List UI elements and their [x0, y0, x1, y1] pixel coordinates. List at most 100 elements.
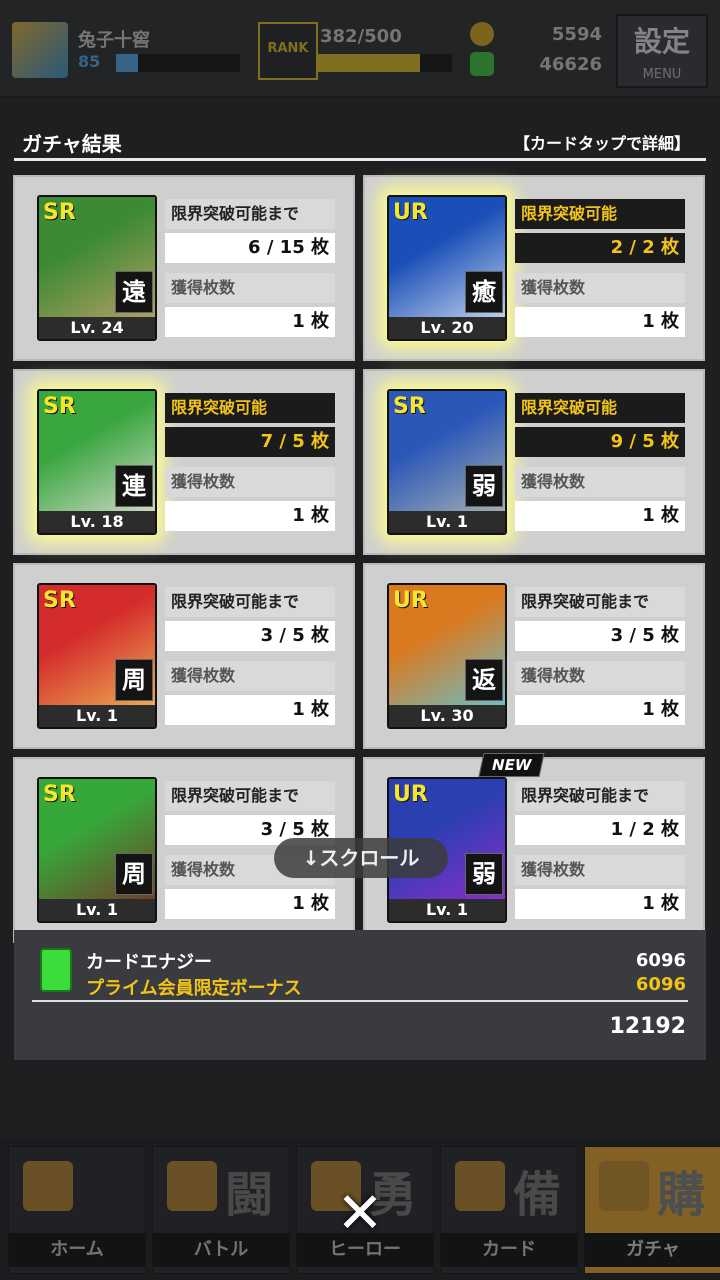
owned-count: 1 枚	[515, 501, 685, 531]
owned-count: 1 枚	[515, 889, 685, 919]
result-card[interactable]: SR 弱 Lv. 1 限界突破可能 9 / 5 枚獲得枚数 1 枚	[363, 369, 705, 555]
card-thumbnail[interactable]: SR 連 Lv. 18	[37, 389, 157, 535]
energy-icon	[470, 52, 494, 76]
nav-gacha-icon	[599, 1161, 649, 1211]
limit-break-count: 1 / 2 枚	[515, 815, 685, 845]
card-role-badge: 遠	[115, 271, 153, 313]
settings-menu-button[interactable]: 設定 MENU	[616, 14, 708, 88]
owned-count: 1 枚	[165, 501, 335, 531]
nav-card-kanji: 備	[512, 1167, 561, 1223]
owned-count: 1 枚	[515, 307, 685, 337]
card-role-badge: 癒	[465, 271, 503, 313]
owned-label: 獲得枚数	[515, 661, 685, 691]
card-thumbnail[interactable]: UR 返 Lv. 30	[387, 583, 507, 729]
card-thumbnail[interactable]: SR 周 Lv. 1	[37, 583, 157, 729]
card-rarity: SR	[43, 588, 76, 613]
card-role-badge: 弱	[465, 465, 503, 507]
settings-title: 設定	[633, 25, 690, 58]
close-button[interactable]: ✕	[328, 1182, 392, 1246]
nav-home-label: ホーム	[9, 1233, 145, 1267]
nav-battle-kanji: 闘	[224, 1167, 273, 1223]
card-thumbnail[interactable]: SR 周 Lv. 1	[37, 777, 157, 923]
nav-battle-label: バトル	[153, 1233, 289, 1267]
card-rarity: SR	[393, 394, 426, 419]
limit-break-label: 限界突破可能まで	[515, 587, 685, 617]
rank-progress-fill	[318, 54, 421, 72]
rank-icon: RANK	[258, 22, 318, 80]
card-level: Lv. 1	[389, 899, 505, 921]
card-thumbnail[interactable]: UR 癒 Lv. 20	[387, 195, 507, 341]
nav-home[interactable]: ホーム	[8, 1146, 146, 1274]
nav-card-icon	[455, 1161, 505, 1211]
card-thumbnail[interactable]: SR 遠 Lv. 24	[37, 195, 157, 341]
card-energy-icon	[40, 948, 72, 992]
card-role-badge: 周	[115, 659, 153, 701]
limit-break-count: 2 / 2 枚	[515, 233, 685, 263]
nav-card-label: カード	[441, 1233, 577, 1267]
coin-count: 5594	[551, 24, 602, 45]
owned-label: 獲得枚数	[165, 273, 335, 303]
rank-progress-bar	[318, 54, 452, 72]
limit-break-label: 限界突破可能まで	[515, 781, 685, 811]
level-progress-fill	[116, 54, 139, 72]
card-level: Lv. 30	[389, 705, 505, 727]
player-avatar[interactable]	[12, 22, 68, 78]
card-level: Lv. 1	[39, 899, 155, 921]
energy-count: 46626	[539, 54, 602, 75]
result-card[interactable]: SR 周 Lv. 1 限界突破可能まで 3 / 5 枚獲得枚数 1 枚	[13, 563, 355, 749]
card-level: Lv. 24	[39, 317, 155, 339]
rank-progress-text: 382/500	[320, 26, 402, 47]
prime-bonus-label: プライム会員限定ボーナス	[86, 978, 302, 999]
coin-icon	[470, 22, 494, 46]
owned-label: 獲得枚数	[165, 467, 335, 497]
owned-label: 獲得枚数	[515, 273, 685, 303]
nav-battle[interactable]: 闘バトル	[152, 1146, 290, 1274]
new-badge: NEW	[478, 753, 545, 777]
player-level: 85	[78, 52, 101, 71]
result-card[interactable]: SR 遠 Lv. 24 限界突破可能まで 6 / 15 枚獲得枚数 1 枚	[13, 175, 355, 361]
card-role-badge: 連	[115, 465, 153, 507]
card-level: Lv. 20	[389, 317, 505, 339]
card-rarity: SR	[43, 782, 76, 807]
limit-break-count: 3 / 5 枚	[515, 621, 685, 651]
owned-count: 1 枚	[515, 695, 685, 725]
owned-label: 獲得枚数	[165, 661, 335, 691]
level-progress-bar	[116, 54, 240, 72]
nav-gacha-kanji: 購	[656, 1167, 705, 1223]
nav-battle-icon	[167, 1161, 217, 1211]
top-status-bar: 兔子十窖 85 RANK 382/500 5594 46626 設定 MENU	[0, 0, 720, 98]
limit-break-count: 6 / 15 枚	[165, 233, 335, 263]
result-card[interactable]: SR 連 Lv. 18 限界突破可能 7 / 5 枚獲得枚数 1 枚	[13, 369, 355, 555]
card-level: Lv. 18	[39, 511, 155, 533]
owned-count: 1 枚	[165, 695, 335, 725]
limit-break-count: 7 / 5 枚	[165, 427, 335, 457]
limit-break-count: 3 / 5 枚	[165, 621, 335, 651]
card-rarity: SR	[43, 394, 76, 419]
card-rarity: UR	[393, 200, 428, 225]
limit-break-label: 限界突破可能	[515, 393, 685, 423]
card-energy-label: カードエナジー	[86, 952, 212, 973]
card-level: Lv. 1	[39, 705, 155, 727]
card-energy-panel: カードエナジー プライム会員限定ボーナス 6096 6096 12192	[14, 930, 706, 1060]
limit-break-label: 限界突破可能まで	[165, 199, 335, 229]
result-card[interactable]: UR 癒 Lv. 20 限界突破可能 2 / 2 枚獲得枚数 1 枚	[363, 175, 705, 361]
limit-break-label: 限界突破可能	[165, 393, 335, 423]
card-role-badge: 周	[115, 853, 153, 895]
player-name: 兔子十窖	[78, 30, 150, 51]
nav-home-icon	[23, 1161, 73, 1211]
nav-card[interactable]: 備カード	[440, 1146, 578, 1274]
energy-divider	[32, 1000, 688, 1002]
card-role-badge: 返	[465, 659, 503, 701]
prime-bonus-amount: 6096	[635, 974, 686, 995]
card-role-badge: 弱	[465, 853, 503, 895]
card-level: Lv. 1	[389, 511, 505, 533]
result-card[interactable]: UR 返 Lv. 30 限界突破可能まで 3 / 5 枚獲得枚数 1 枚	[363, 563, 705, 749]
card-rarity: UR	[393, 782, 428, 807]
card-thumbnail[interactable]: SR 弱 Lv. 1	[387, 389, 507, 535]
nav-gacha[interactable]: 購ガチャ	[584, 1146, 720, 1274]
owned-count: 1 枚	[165, 307, 335, 337]
card-energy-total: 12192	[609, 1014, 686, 1039]
card-rarity: UR	[393, 588, 428, 613]
page-title: ガチャ結果	[22, 132, 122, 156]
owned-label: 獲得枚数	[515, 467, 685, 497]
